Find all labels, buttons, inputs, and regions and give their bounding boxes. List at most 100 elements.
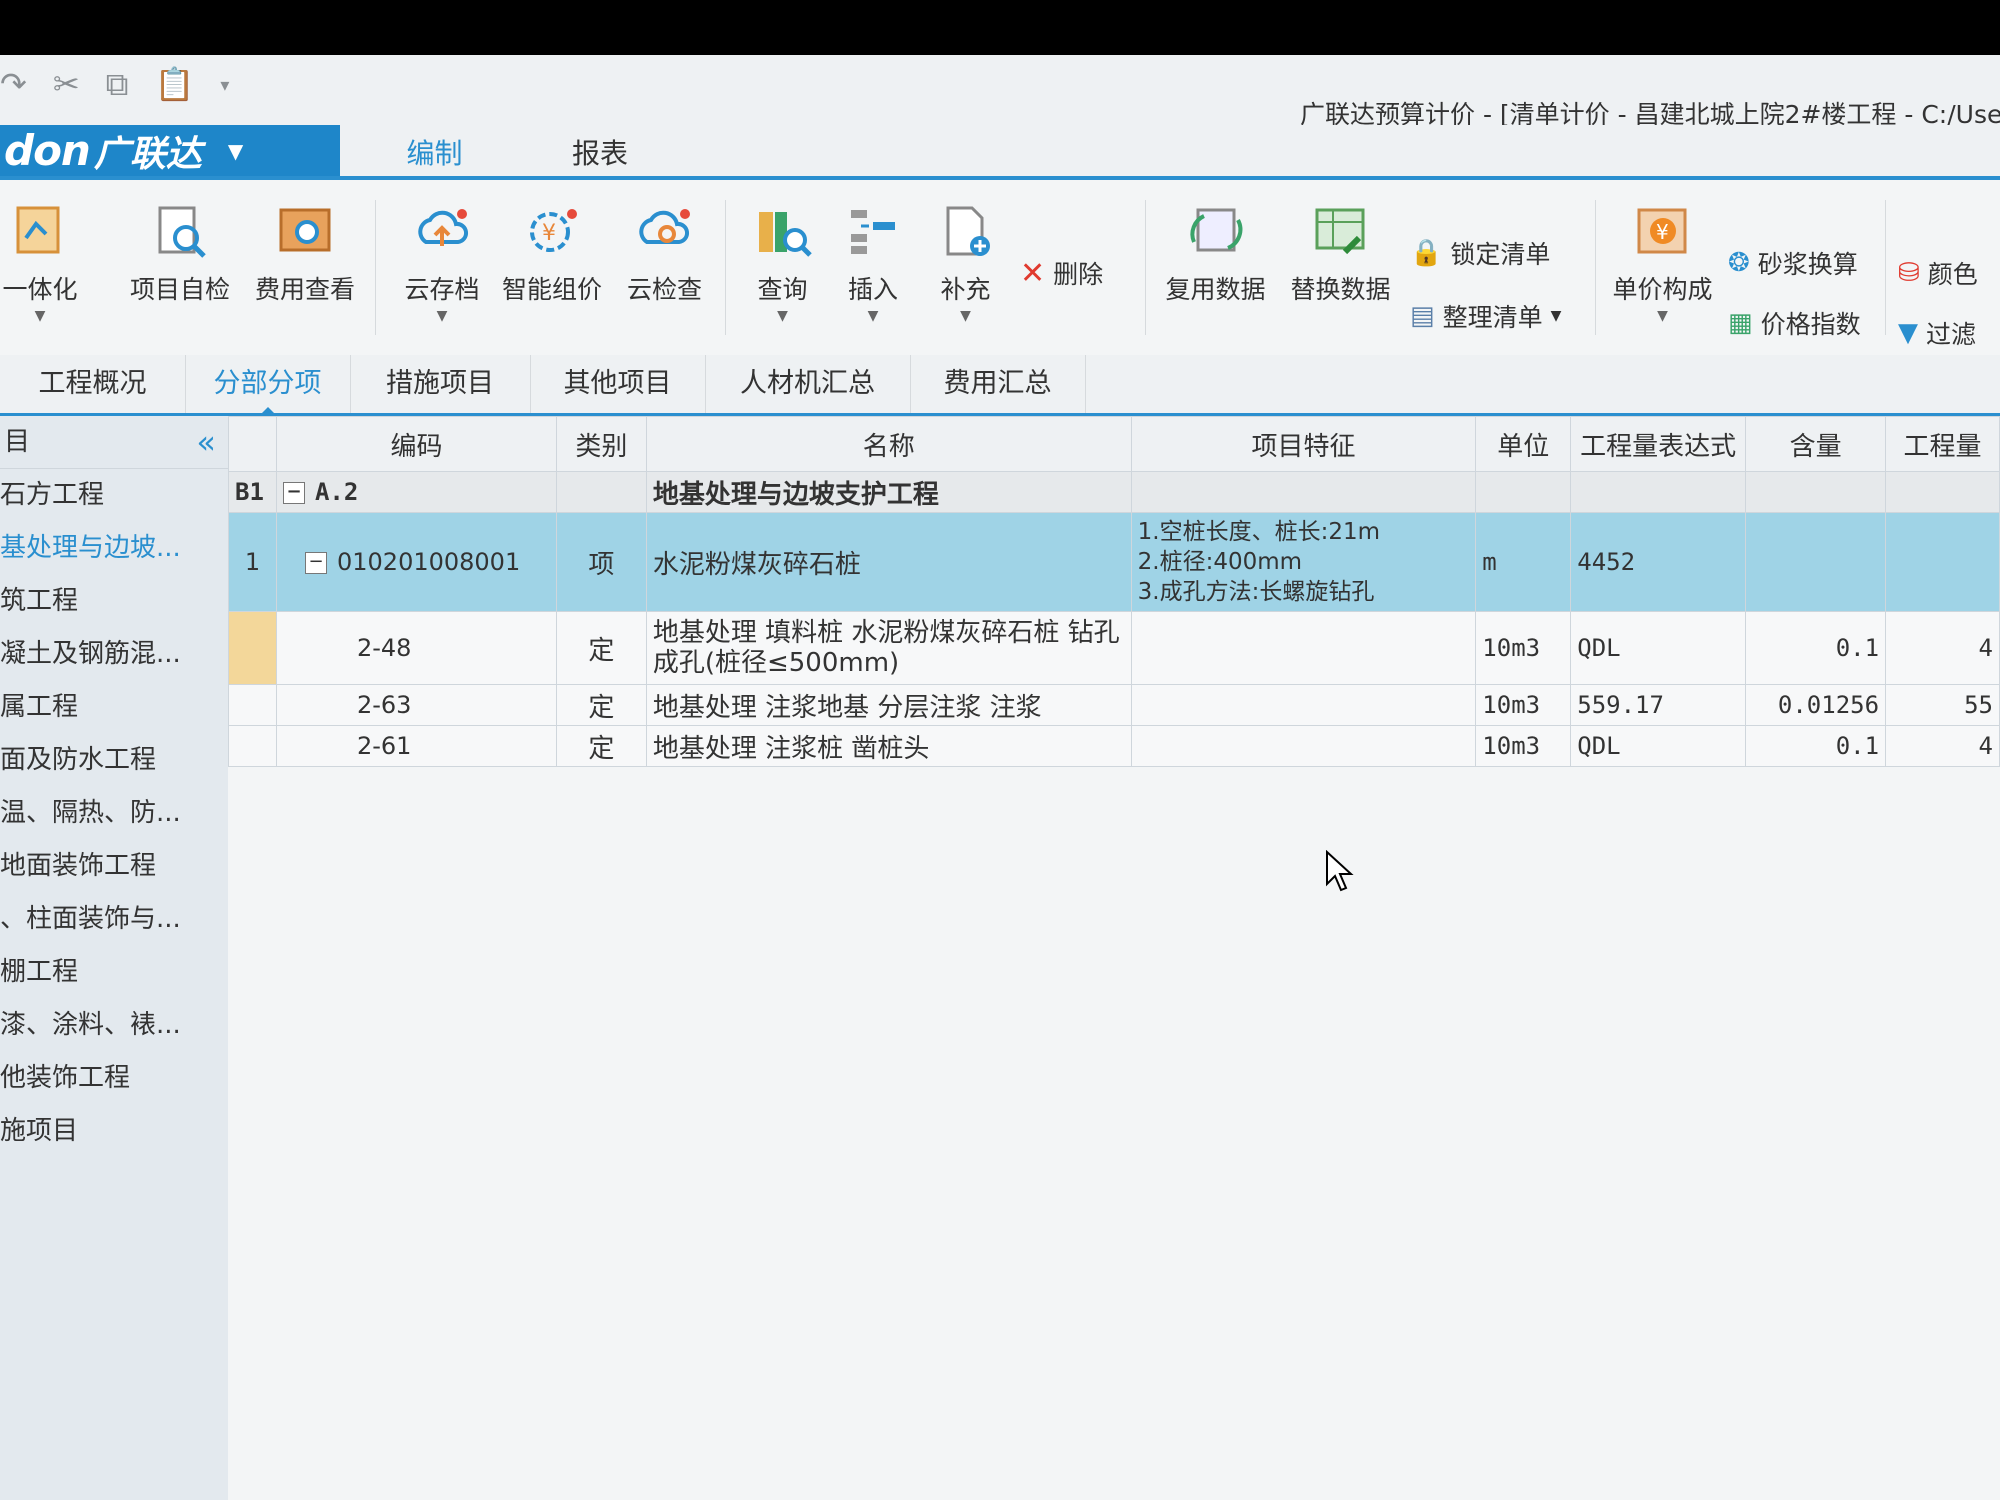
row-features[interactable]: 1.空桩长度、桩长:21m 2.桩径:400mm 3.成孔方法:长螺旋钻孔: [1130, 512, 1477, 612]
col-header-name[interactable]: 名称: [645, 416, 1132, 472]
sidebar-item[interactable]: 、柱面装饰与...: [0, 893, 228, 946]
replace-data-button[interactable]: 替换数据: [1283, 200, 1398, 306]
query-button[interactable]: 查询 ▼: [735, 200, 830, 324]
row-code[interactable]: 2-48: [275, 611, 557, 685]
sidebar-item[interactable]: 温、隔热、防...: [0, 787, 228, 840]
bill-table: 编码 类别 名称 项目特征 单位 工程量表达式 含量 工程量 B1 − A.2 地…: [228, 416, 2000, 767]
filter-button[interactable]: ▼ 过滤: [1898, 315, 1976, 351]
copy-icon[interactable]: ⧉: [106, 65, 129, 104]
row-unit[interactable]: 10m3: [1475, 684, 1572, 726]
sidebar-item[interactable]: 施项目: [0, 1105, 228, 1158]
sidebar-item[interactable]: 漆、涂料、裱...: [0, 999, 228, 1052]
col-header-unit[interactable]: 单位: [1475, 416, 1572, 472]
row-code[interactable]: 2-63: [275, 684, 557, 726]
row-name[interactable]: 水泥粉煤灰碎石桩: [645, 512, 1132, 612]
sidebar-item[interactable]: 凝土及钢筋混...: [0, 628, 228, 681]
table-row[interactable]: 1 −010201008001 项 水泥粉煤灰碎石桩 1.空桩长度、桩长:21m…: [228, 512, 2000, 612]
fee-view-button[interactable]: 费用查看: [245, 200, 365, 306]
sidebar-item[interactable]: 棚工程: [0, 946, 228, 999]
lock-list-button[interactable]: 🔒 锁定清单: [1410, 235, 1550, 271]
sidebar-item[interactable]: 石方工程: [0, 469, 228, 522]
row-code-cell[interactable]: − A.2: [275, 471, 557, 513]
sidebar-item[interactable]: 面及防水工程: [0, 734, 228, 787]
menu-tab-report[interactable]: 报表: [530, 131, 670, 176]
col-header-category[interactable]: 类别: [555, 416, 647, 472]
collapse-toggle-icon[interactable]: −: [282, 482, 305, 504]
tab-project-overview[interactable]: 工程概况: [0, 355, 186, 413]
cut-icon[interactable]: ✂: [53, 65, 80, 104]
table-row[interactable]: 2-48 定 地基处理 填料桩 水泥粉煤灰碎石桩 钻孔成孔(桩径≤500mm) …: [228, 611, 2000, 685]
row-code[interactable]: 2-61: [275, 725, 557, 767]
col-header-qty-expr[interactable]: 工程量表达式: [1570, 416, 1747, 472]
table-row[interactable]: 2-61 定 地基处理 注浆桩 凿桩头 10m3 QDL 0.1 4: [228, 725, 2000, 767]
row-qty[interactable]: [1885, 512, 2000, 612]
unit-price-composition-button[interactable]: ¥ 单价构成 ▼: [1605, 200, 1720, 324]
row-qty-expr[interactable]: QDL: [1570, 611, 1747, 685]
supplement-button[interactable]: 补充 ▼: [918, 200, 1013, 324]
mortar-convert-button[interactable]: ❂ 砂浆换算: [1728, 245, 1858, 281]
row-content[interactable]: [1745, 512, 1887, 612]
tab-sub-items[interactable]: 分部分项: [185, 355, 351, 416]
mortar-icon: ❂: [1728, 248, 1750, 278]
row-qty-expr[interactable]: 4452: [1570, 512, 1747, 612]
row-unit[interactable]: m: [1475, 512, 1572, 612]
organize-list-button[interactable]: ▤ 整理清单 ▼: [1410, 298, 1561, 334]
row-qty-expr[interactable]: 559.17: [1570, 684, 1747, 726]
sidebar-item[interactable]: 他装饰工程: [0, 1052, 228, 1105]
sidebar-item[interactable]: 基处理与边坡...: [0, 522, 228, 575]
row-name[interactable]: 地基处理 注浆桩 凿桩头: [645, 725, 1132, 767]
reuse-data-button[interactable]: 复用数据: [1158, 200, 1273, 306]
cloud-check-button[interactable]: 云检查: [612, 200, 717, 306]
row-unit[interactable]: 10m3: [1475, 725, 1572, 767]
project-self-check-button[interactable]: 项目自检: [120, 200, 240, 306]
row-name[interactable]: 地基处理 注浆地基 分层注浆 注浆: [645, 684, 1132, 726]
app-brand-menu[interactable]: don 广联达 ▼: [0, 125, 340, 176]
row-category[interactable]: 项: [555, 512, 647, 612]
sidebar-item[interactable]: 地面装饰工程: [0, 840, 228, 893]
table-row-group[interactable]: B1 − A.2 地基处理与边坡支护工程: [228, 471, 2000, 513]
col-header-qty[interactable]: 工程量: [1885, 416, 2000, 472]
col-header-content[interactable]: 含量: [1745, 416, 1887, 472]
row-category[interactable]: 定: [555, 611, 647, 685]
row-seq: B1: [228, 471, 277, 513]
menu-tab-edit[interactable]: 编制: [352, 131, 517, 180]
tab-fee-summary[interactable]: 费用汇总: [910, 355, 1086, 413]
smart-pricing-button[interactable]: ¥ 智能组价: [497, 200, 607, 306]
col-header-features[interactable]: 项目特征: [1130, 416, 1477, 472]
row-qty[interactable]: 4: [1885, 725, 2000, 767]
integration-button[interactable]: 一体化 ▼: [0, 200, 100, 324]
cloud-save-button[interactable]: 云存档 ▼: [387, 200, 497, 324]
row-category[interactable]: 定: [555, 725, 647, 767]
collapse-icon[interactable]: «: [196, 416, 216, 468]
redo-icon[interactable]: ↷: [0, 65, 27, 104]
row-unit[interactable]: 10m3: [1475, 611, 1572, 685]
collapse-toggle-icon[interactable]: −: [304, 552, 327, 574]
replace-data-icon: [1309, 200, 1373, 264]
price-index-button[interactable]: ▦ 价格指数: [1728, 305, 1861, 341]
tab-other-items[interactable]: 其他项目: [530, 355, 706, 413]
col-header-code[interactable]: 编码: [275, 416, 557, 472]
sidebar-item[interactable]: 筑工程: [0, 575, 228, 628]
cloud-upload-icon: [410, 200, 474, 264]
delete-button[interactable]: ✕ 删除: [1020, 255, 1103, 291]
row-content[interactable]: 0.1: [1745, 725, 1887, 767]
row-content[interactable]: 0.1: [1745, 611, 1887, 685]
row-name[interactable]: 地基处理与边坡支护工程: [645, 471, 1132, 513]
row-qty[interactable]: 55: [1885, 684, 2000, 726]
row-category[interactable]: 定: [555, 684, 647, 726]
tab-labor-material-summary[interactable]: 人材机汇总: [705, 355, 911, 413]
row-qty[interactable]: 4: [1885, 611, 2000, 685]
row-content[interactable]: 0.01256: [1745, 684, 1887, 726]
insert-button[interactable]: 插入 ▼: [828, 200, 918, 324]
sidebar-item[interactable]: 属工程: [0, 681, 228, 734]
paste-icon[interactable]: 📋: [154, 65, 194, 104]
row-code-cell[interactable]: −010201008001: [275, 512, 557, 612]
row-qty-expr[interactable]: QDL: [1570, 725, 1747, 767]
self-check-label: 项目自检: [129, 275, 230, 304]
smart-pricing-icon: ¥: [520, 200, 584, 264]
color-button[interactable]: ⛁ 颜色: [1898, 255, 1978, 291]
table-row[interactable]: 2-63 定 地基处理 注浆地基 分层注浆 注浆 10m3 559.17 0.0…: [228, 684, 2000, 726]
customize-icon[interactable]: ▾: [220, 75, 229, 104]
row-name[interactable]: 地基处理 填料桩 水泥粉煤灰碎石桩 钻孔成孔(桩径≤500mm): [645, 611, 1132, 685]
tab-measures[interactable]: 措施项目: [350, 355, 531, 413]
